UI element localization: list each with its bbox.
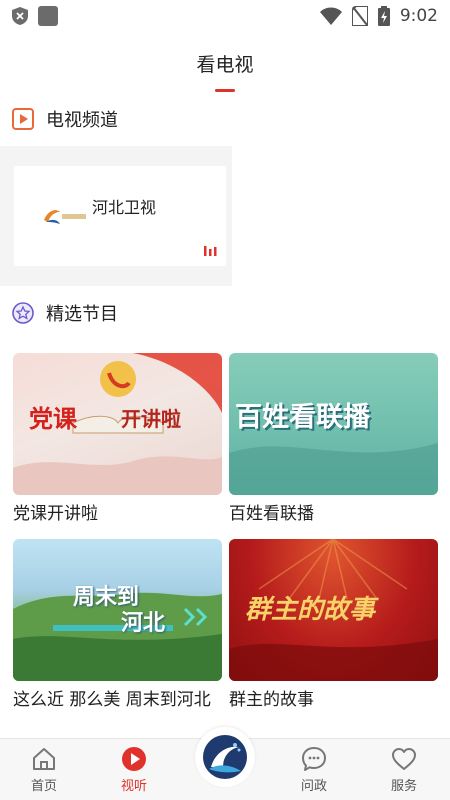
nav-item-media[interactable]: 视听: [104, 745, 164, 794]
program-title: 群主的故事: [229, 690, 314, 710]
program-thumbnail: 党课 开讲啦: [13, 353, 222, 495]
program-card[interactable]: 党课 开讲啦 党课开讲啦: [13, 353, 222, 525]
heart-icon: [392, 748, 416, 770]
clock: 9:02: [399, 6, 438, 26]
program-title: 党课开讲啦: [13, 504, 98, 524]
shield-icon: [12, 7, 28, 25]
thumbnail-text: 党课: [29, 404, 77, 433]
program-thumbnail: 百姓看联播: [229, 353, 438, 495]
programs-section-label: 精选节目: [46, 304, 118, 325]
chat-bubble-icon: [302, 747, 326, 771]
program-thumbnail: 周末到 河北: [13, 539, 222, 681]
nav-item-inquiry[interactable]: 问政: [284, 745, 344, 794]
notification-icon: [38, 6, 58, 26]
program-thumbnail: 群主的故事: [229, 539, 438, 681]
home-icon: [33, 748, 55, 770]
page-title: 看电视: [196, 54, 254, 76]
thumbnail-text: 开讲啦: [121, 407, 181, 431]
program-title: 这么近 那么美 周末到河北: [13, 690, 211, 710]
channels-section-label: 电视频道: [46, 110, 118, 131]
tv-play-icon: [12, 108, 34, 130]
hebei-tv-logo: [44, 210, 86, 224]
channels-section-title: 电视频道: [12, 106, 118, 132]
live-indicator-icon: [204, 246, 217, 256]
programs-section-title: 精选节目: [12, 300, 118, 326]
no-sim-icon: [351, 6, 368, 26]
header: 看电视: [0, 32, 450, 96]
nav-item-home[interactable]: 首页: [14, 745, 74, 794]
program-title: 百姓看联播: [229, 504, 314, 524]
battery-icon: [377, 6, 390, 26]
program-card[interactable]: 群主的故事 群主的故事: [229, 539, 438, 711]
app-logo-icon: [203, 735, 247, 779]
star-badge-icon: [12, 302, 34, 324]
program-card[interactable]: 周末到 河北 这么近 那么美 周末到河北: [13, 539, 222, 711]
program-card[interactable]: 百姓看联播 百姓看联播: [229, 353, 438, 525]
nav-center-button[interactable]: [195, 727, 255, 787]
play-circle-icon: [122, 747, 146, 771]
bottom-nav: 首页 视听 问政 服务: [0, 727, 450, 800]
wifi-icon: [319, 7, 342, 25]
title-underline: [215, 89, 235, 92]
channel-name: 河北卫视: [92, 198, 157, 217]
thumbnail-text: 百姓看联播: [235, 402, 370, 433]
thumbnail-text: 群主的故事: [245, 595, 376, 625]
nav-label-services: 服务: [390, 779, 417, 794]
status-bar: 9:02: [0, 0, 450, 32]
nav-label-inquiry: 问政: [300, 779, 327, 794]
thumbnail-text: 河北: [121, 610, 166, 636]
nav-item-services[interactable]: 服务: [374, 745, 434, 794]
nav-label-home: 首页: [30, 779, 57, 794]
channel-card-hebei[interactable]: 河北卫视: [14, 166, 226, 266]
nav-label-media: 视听: [120, 779, 147, 794]
